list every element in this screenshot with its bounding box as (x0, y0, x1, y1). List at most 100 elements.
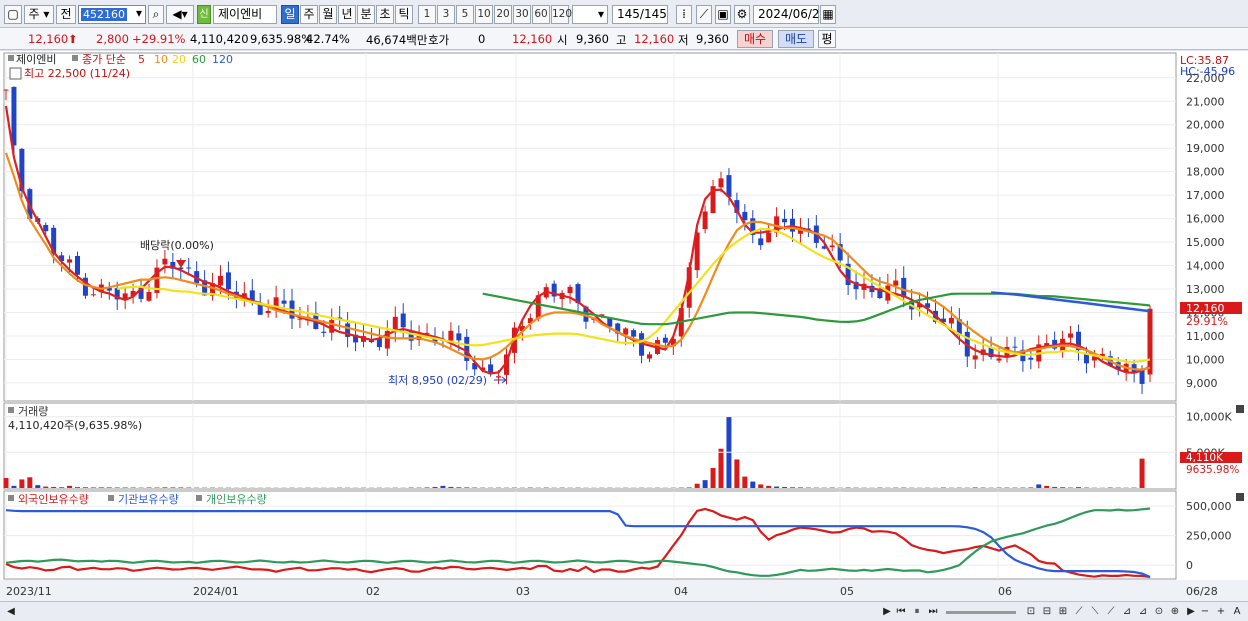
interval-tab[interactable]: 120 (551, 5, 572, 24)
count-field[interactable]: 145/145 (612, 5, 668, 24)
legend-institution: 기관보유수량 (118, 493, 179, 506)
volume-bar (170, 487, 176, 488)
candle-body (742, 211, 748, 221)
holding-panel (3, 490, 1177, 580)
volume-bar (27, 477, 33, 488)
quote-bar: 12,160 ⬆ 2,800 +29.91% 4,110,420 9,635.9… (0, 28, 1248, 50)
line-tool-icon[interactable]: ⟋ (696, 5, 712, 24)
tool-icon[interactable]: ⊡ (1024, 605, 1038, 618)
volume-bar (440, 485, 446, 488)
eval-button[interactable]: 평 (818, 30, 836, 48)
fibo-icon[interactable]: ⊿ (1136, 605, 1150, 618)
candle-body (782, 218, 788, 223)
chart-svg[interactable]: 9,00010,00011,00012,00013,00014,00015,00… (0, 51, 1248, 601)
scroll-left-icon[interactable]: ◀ (4, 605, 18, 618)
period-tab[interactable]: 년 (338, 5, 356, 24)
interval-tab[interactable]: 1 (418, 5, 436, 24)
volume-bar (1076, 487, 1081, 488)
candle-body (281, 300, 287, 304)
volume-bar (718, 448, 724, 488)
candle-body (662, 337, 668, 343)
volume-bar (710, 468, 716, 488)
open-label: 시 (557, 33, 568, 47)
interval-tab[interactable]: 10 (475, 5, 493, 24)
tool-icon[interactable]: ⊞ (1056, 605, 1070, 618)
volume-bar (67, 485, 73, 488)
period-tab[interactable]: 분 (357, 5, 375, 24)
interval-dropdown[interactable]: ▾ (572, 5, 608, 24)
x-axis-label: 02 (366, 585, 380, 598)
volume-title: 거래량 (18, 405, 48, 418)
volume-bar (114, 487, 120, 488)
close-icon[interactable] (1236, 405, 1244, 413)
pause-icon[interactable]: ⏸ (910, 605, 924, 618)
period-tab[interactable]: 일 (281, 5, 299, 24)
candle-body (218, 275, 223, 286)
candle-body (400, 313, 406, 328)
period-tab[interactable]: 월 (319, 5, 337, 24)
code-dropdown-icon[interactable]: ▾ (132, 5, 146, 24)
trendline-icon[interactable]: ⟋ (1104, 605, 1118, 618)
volume-bar (1044, 485, 1050, 488)
fibo-icon[interactable]: ⊿ (1120, 605, 1134, 618)
save-icon[interactable]: ▣ (715, 5, 731, 24)
interval-tab[interactable]: 3 (437, 5, 455, 24)
volume-bar (106, 487, 112, 488)
chart-area[interactable]: 9,00010,00011,00012,00013,00014,00015,00… (0, 51, 1248, 601)
candle-body (1044, 343, 1050, 346)
candle-body (146, 291, 152, 301)
period-tab[interactable]: 주 (300, 5, 318, 24)
volume-bar (972, 487, 978, 488)
zoom-in-icon[interactable]: + (1214, 605, 1228, 618)
period-week-dropdown[interactable]: 주 ▾ (24, 5, 54, 24)
interval-tab[interactable]: 30 (513, 5, 531, 24)
stock-name-field[interactable]: 제이엔비 (213, 5, 277, 24)
fast-forward-icon[interactable]: ⏭ (926, 605, 940, 618)
interval-tab[interactable]: 5 (456, 5, 474, 24)
font-size-icon[interactable]: A (1230, 605, 1244, 618)
grid-icon[interactable]: ⁞ (676, 5, 692, 24)
trendline-icon[interactable]: ⟍ (1088, 605, 1102, 618)
legend-individual: 개인보유수량 (206, 493, 267, 506)
period-tab[interactable]: 초 (376, 5, 394, 24)
sell-button[interactable]: 매도 (778, 30, 814, 48)
ma-period-20: 20 (172, 53, 186, 66)
zoom-slider[interactable] (946, 611, 1016, 614)
layout-icon[interactable]: ▢ (4, 5, 22, 24)
buy-button[interactable]: 매수 (737, 30, 773, 48)
scroll-right-icon[interactable]: ▶ (1184, 605, 1198, 618)
tool-icon[interactable]: ⊟ (1040, 605, 1054, 618)
prev-button[interactable]: 전 (56, 5, 76, 24)
volume-bar (122, 487, 128, 488)
volume-summary: 4,110,420주(9,635.98%) (8, 419, 142, 432)
volume-bar (11, 485, 17, 488)
search-icon[interactable]: ⌕ (148, 5, 164, 24)
close-icon[interactable] (1236, 493, 1244, 501)
volume-bar (51, 486, 57, 488)
trendline-icon[interactable]: ⟋ (1072, 605, 1086, 618)
interval-tab[interactable]: 20 (494, 5, 512, 24)
candle-body (702, 211, 708, 230)
ma-period-5: 5 (138, 53, 145, 66)
play-icon[interactable]: ▶ (880, 605, 894, 618)
tool-icon[interactable]: ⊙ (1152, 605, 1166, 618)
holding-y-tick: 250,000 (1186, 530, 1232, 543)
candle-body (329, 320, 335, 333)
candle-body (376, 338, 382, 348)
period-tab[interactable]: 틱 (395, 5, 413, 24)
gear-icon[interactable]: ⚙ (734, 5, 750, 24)
date-field[interactable]: 2024/06/28 (753, 5, 827, 24)
candle-body (11, 86, 17, 146)
tool-icon[interactable]: ⊕ (1168, 605, 1182, 618)
zoom-out-icon[interactable]: − (1198, 605, 1212, 618)
volume-tag-pct: 9635.98% (1186, 464, 1239, 476)
speaker-icon[interactable]: ◀▾ (166, 5, 194, 24)
hoga-label: 호가 (428, 33, 450, 47)
interval-tab[interactable]: 60 (532, 5, 550, 24)
volume-bar (59, 487, 65, 488)
candle-body (996, 358, 1002, 361)
calendar-icon[interactable] (9, 67, 22, 80)
calendar-icon[interactable]: ▦ (820, 5, 836, 24)
y-tick-label: 13,000 (1186, 283, 1225, 296)
rewind-icon[interactable]: ⏮ (894, 605, 908, 618)
